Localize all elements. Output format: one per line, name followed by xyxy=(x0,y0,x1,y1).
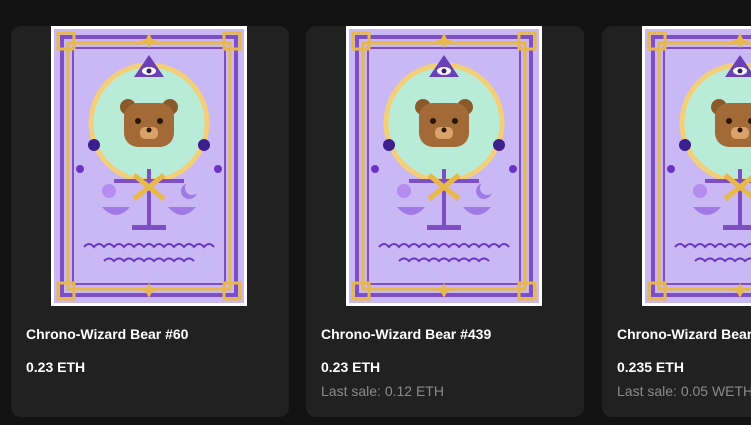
nft-card[interactable]: Chrono-Wizard Bear #439 0.23 ETH Last sa… xyxy=(306,26,584,417)
nft-title[interactable]: Chrono-Wizard Bear #439 xyxy=(321,326,491,342)
nft-card[interactable]: Chrono-Wizard Bear #60 0.23 ETH xyxy=(11,26,289,417)
bear-face-icon xyxy=(711,99,751,147)
nft-card[interactable]: Chrono-Wizard Bear 0.235 ETH Last sale: … xyxy=(602,26,751,417)
nft-card-row: Chrono-Wizard Bear #60 0.23 ETH Chrono-W… xyxy=(0,0,751,425)
bear-face-icon xyxy=(120,99,178,147)
nft-last-sale: Last sale: 0.12 ETH xyxy=(321,383,444,399)
nft-image[interactable] xyxy=(642,26,751,306)
nft-price: 0.23 ETH xyxy=(26,359,86,375)
nft-last-sale: Last sale: 0.05 WETH xyxy=(617,383,751,399)
nft-title[interactable]: Chrono-Wizard Bear #60 xyxy=(26,326,188,342)
tarot-bear-artwork xyxy=(645,29,751,303)
bear-face-icon xyxy=(415,99,473,147)
nft-image[interactable] xyxy=(51,26,247,306)
nft-title[interactable]: Chrono-Wizard Bear xyxy=(617,326,751,342)
nft-price: 0.235 ETH xyxy=(617,359,684,375)
nft-price: 0.23 ETH xyxy=(321,359,381,375)
tarot-bear-artwork xyxy=(349,29,539,303)
nft-image[interactable] xyxy=(346,26,542,306)
tarot-bear-artwork xyxy=(54,29,244,303)
